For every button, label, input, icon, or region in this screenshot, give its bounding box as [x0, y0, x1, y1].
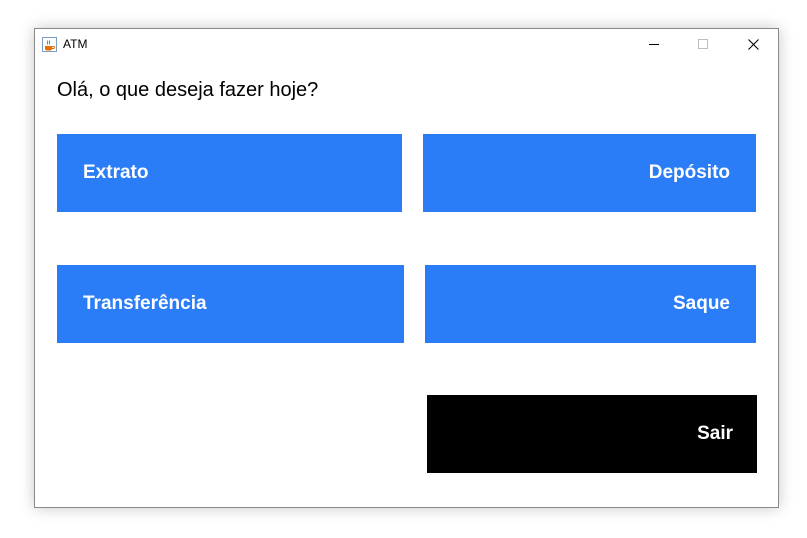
extrato-button[interactable]: Extrato — [57, 134, 402, 212]
title-bar[interactable]: ATM — [35, 29, 778, 59]
greeting-label: Olá, o que deseja fazer hoje? — [57, 79, 319, 101]
deposito-button[interactable]: Depósito — [423, 134, 756, 212]
sair-button[interactable]: Sair — [427, 395, 757, 473]
maximize-button[interactable] — [680, 29, 726, 59]
close-button[interactable] — [730, 29, 776, 59]
saque-button[interactable]: Saque — [425, 265, 756, 343]
maximize-icon — [698, 39, 708, 49]
close-icon — [747, 38, 759, 50]
atm-window: ATM Olá, o que deseja fazer hoje? Extrat… — [34, 28, 779, 508]
minimize-button[interactable] — [631, 29, 677, 59]
minimize-icon — [649, 44, 659, 45]
java-cup-icon — [42, 37, 57, 52]
desktop-background: ATM Olá, o que deseja fazer hoje? Extrat… — [0, 0, 807, 538]
window-title: ATM — [63, 37, 88, 51]
transferencia-button[interactable]: Transferência — [57, 265, 404, 343]
